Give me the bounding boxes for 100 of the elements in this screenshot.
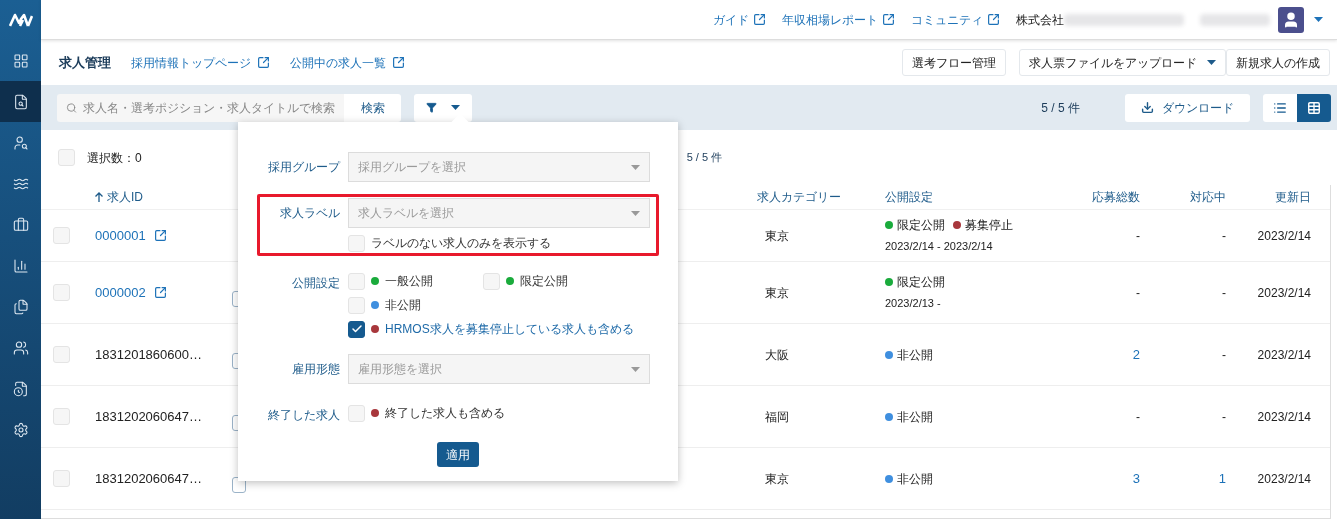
job-id-link[interactable]: 0000001 xyxy=(95,225,232,246)
filter-button[interactable] xyxy=(414,93,472,122)
column-header[interactable]: 更新日 xyxy=(1275,188,1311,206)
option-label: HRMOS求人を募集停止している求人も含める xyxy=(385,321,634,338)
settings-icon xyxy=(12,421,29,438)
publish-period: 2023/2/14 - 2023/2/14 xyxy=(885,239,994,255)
updated-date: 2023/2/14 xyxy=(1257,346,1311,364)
search-button[interactable]: 検索 xyxy=(344,93,401,122)
status-label: 限定公開 xyxy=(897,217,945,235)
table-cell-text: - xyxy=(1222,227,1226,245)
page-title: 求人管理 xyxy=(59,53,111,72)
category-cell-text: 大阪 xyxy=(764,346,790,364)
status-label: 募集停止 xyxy=(965,217,1013,235)
result-count: 5 / 5 件 xyxy=(1041,99,1080,117)
job-id: 1831202060647… xyxy=(95,407,203,426)
publish-period: 2023/2/13 - xyxy=(885,296,942,312)
count-link[interactable]: 3 xyxy=(1132,468,1140,489)
list-icon xyxy=(1273,100,1287,115)
option-label: 終了した求人も含める xyxy=(385,405,505,422)
toolbar-button[interactable]: 選考フロー管理 xyxy=(902,49,1006,76)
filter-label: 公開設定 xyxy=(291,275,340,292)
category-cell-text: 東京 xyxy=(764,284,790,302)
table-cell-text: - xyxy=(1136,284,1140,302)
status-label: 非公開 xyxy=(897,346,933,364)
filter-label: 採用グループ xyxy=(267,159,340,176)
count-link[interactable]: 1 xyxy=(1218,468,1226,489)
sidebar-item[interactable] xyxy=(0,81,41,122)
company-name: 株式会社 xyxy=(1016,11,1064,29)
status-label: 非公開 xyxy=(897,408,933,426)
updated-date: 2023/2/14 xyxy=(1257,408,1311,426)
category-cell-text: 福岡 xyxy=(764,408,790,426)
table-cell-text: - xyxy=(1222,408,1226,426)
avatar-button[interactable] xyxy=(1278,6,1304,33)
job-id: 1831201860600… xyxy=(95,345,203,364)
caret-icon xyxy=(631,210,640,216)
filter-label: 雇用形態 xyxy=(291,361,340,378)
count-link[interactable]: 2 xyxy=(1132,344,1140,365)
apply-button[interactable]: 適用 xyxy=(437,442,479,467)
option-label: 非公開 xyxy=(385,297,421,314)
option-label: 一般公開 xyxy=(385,273,433,290)
external-link-icon xyxy=(153,229,167,242)
column-header[interactable]: 求人ID xyxy=(107,188,143,206)
caret-icon xyxy=(631,366,640,372)
logo-icon xyxy=(8,13,33,27)
table-cell-text: - xyxy=(1136,227,1140,245)
user-icon xyxy=(1282,10,1300,29)
download-button[interactable]: ダウンロード xyxy=(1125,93,1250,122)
external-link-icon xyxy=(753,13,766,26)
checkbox[interactable] xyxy=(348,320,365,338)
category-cell-text: 東京 xyxy=(764,227,790,245)
category-cell-text: 東京 xyxy=(764,470,790,488)
briefcase-icon xyxy=(12,216,29,233)
option-label: ラベルのない求人のみを表示する xyxy=(371,235,551,252)
search-field[interactable]: 求人名・選考ポジション・求人タイトルで検索 xyxy=(57,93,344,122)
external-link-icon xyxy=(257,56,270,69)
check-icon xyxy=(350,323,363,335)
redacted-text xyxy=(1200,13,1270,26)
file-clock-icon xyxy=(12,380,29,397)
column-header[interactable]: 公開設定 xyxy=(885,188,933,206)
toolbar-button[interactable]: 新規求人の作成 xyxy=(1226,49,1330,76)
dashboard-icon xyxy=(12,52,29,69)
filter-icon xyxy=(426,102,437,113)
updated-date: 2023/2/14 xyxy=(1257,470,1311,488)
table-cell-text: - xyxy=(1222,346,1226,364)
option-label: 限定公開 xyxy=(520,273,568,290)
top-link[interactable]: 年収相場レポート xyxy=(782,10,895,29)
status-label: 非公開 xyxy=(897,470,933,488)
users-icon xyxy=(12,339,29,356)
column-header[interactable]: 求人カテゴリー xyxy=(757,188,841,206)
table-view-button[interactable] xyxy=(1297,93,1331,122)
bar-chart-icon xyxy=(12,257,29,274)
job-id: 1831202060647… xyxy=(95,469,203,488)
updated-date: 2023/2/14 xyxy=(1257,227,1311,245)
external-link-icon xyxy=(392,56,405,69)
selection-count: 選択数：0 xyxy=(87,149,142,167)
external-link-icon xyxy=(882,13,895,26)
external-link-icon xyxy=(153,286,167,299)
search-icon xyxy=(66,100,77,115)
caret-icon xyxy=(631,164,640,170)
updated-date: 2023/2/14 xyxy=(1257,284,1311,302)
table-icon xyxy=(1307,100,1321,115)
job-id-link[interactable]: 0000002 xyxy=(95,282,232,303)
upload-dropdown-button[interactable]: 求人票ファイルをアップロード xyxy=(1019,49,1226,76)
caret-icon xyxy=(451,105,460,110)
page-link[interactable]: 採用情報トップページ xyxy=(131,53,270,72)
document-search-icon xyxy=(12,93,29,110)
table-cell-text: - xyxy=(1222,284,1226,302)
top-link[interactable]: ガイド xyxy=(713,10,766,29)
top-link[interactable]: コミュニティ xyxy=(911,10,1000,29)
column-header[interactable]: 対応中 xyxy=(1190,188,1226,206)
list-view-button[interactable] xyxy=(1263,93,1297,122)
caret-icon xyxy=(1207,60,1216,65)
status-label: 限定公開 xyxy=(897,274,945,292)
person-search-icon xyxy=(12,134,29,151)
download-icon xyxy=(1141,101,1154,114)
column-header[interactable]: 応募総数 xyxy=(1092,188,1140,206)
caret-icon xyxy=(1314,17,1323,22)
page-link[interactable]: 公開中の求人一覧 xyxy=(290,53,405,72)
filter-label: 終了した求人 xyxy=(267,407,340,424)
result-count: 5 / 5 件 xyxy=(686,150,723,166)
